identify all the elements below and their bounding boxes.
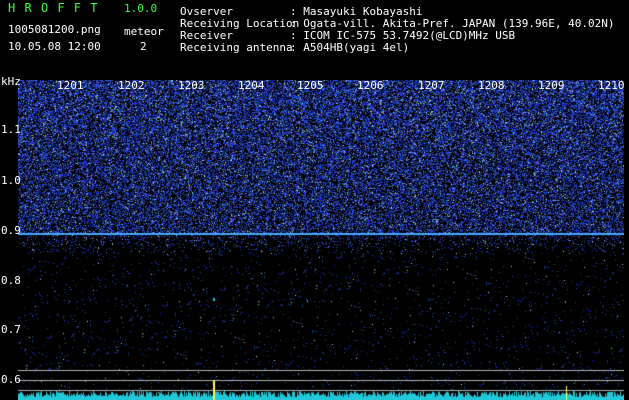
spectrogram-panel — [18, 80, 624, 400]
y-tick-0-7: 0.7 — [1, 323, 21, 336]
meteor-count: 2 — [140, 40, 147, 53]
x-tick-1202: 1202 — [118, 79, 145, 92]
antenna-value: : A504HB(yagi 4el) — [290, 41, 410, 54]
file-name: 1005081200.png — [8, 23, 101, 36]
x-tick-1207: 1207 — [418, 79, 445, 92]
y-tick-0-8: 0.8 — [1, 274, 21, 287]
x-tick-1204: 1204 — [238, 79, 265, 92]
date-time: 10.05.08 12:00 — [8, 40, 101, 53]
x-tick-1210: 1210 — [598, 79, 625, 92]
y-tick-1-0: 1.0 — [1, 174, 21, 187]
y-tick-1-1: 1.1 — [1, 123, 21, 136]
y-tick-0-9: 0.9 — [1, 224, 21, 237]
y-axis-unit: kHz — [1, 75, 21, 88]
x-tick-1205: 1205 — [297, 79, 324, 92]
x-tick-1208: 1208 — [478, 79, 505, 92]
x-tick-1209: 1209 — [538, 79, 565, 92]
antenna-label: Receiving antenna — [180, 41, 293, 54]
x-tick-1201: 1201 — [57, 79, 84, 92]
app-title: H R O F F T — [8, 1, 99, 15]
meteor-label: meteor — [124, 25, 164, 38]
x-tick-1203: 1203 — [178, 79, 205, 92]
spectrogram-canvas — [18, 80, 624, 400]
x-tick-1206: 1206 — [357, 79, 384, 92]
app-version: 1.0.0 — [124, 2, 158, 15]
y-tick-0-6: 0.6 — [1, 373, 21, 386]
